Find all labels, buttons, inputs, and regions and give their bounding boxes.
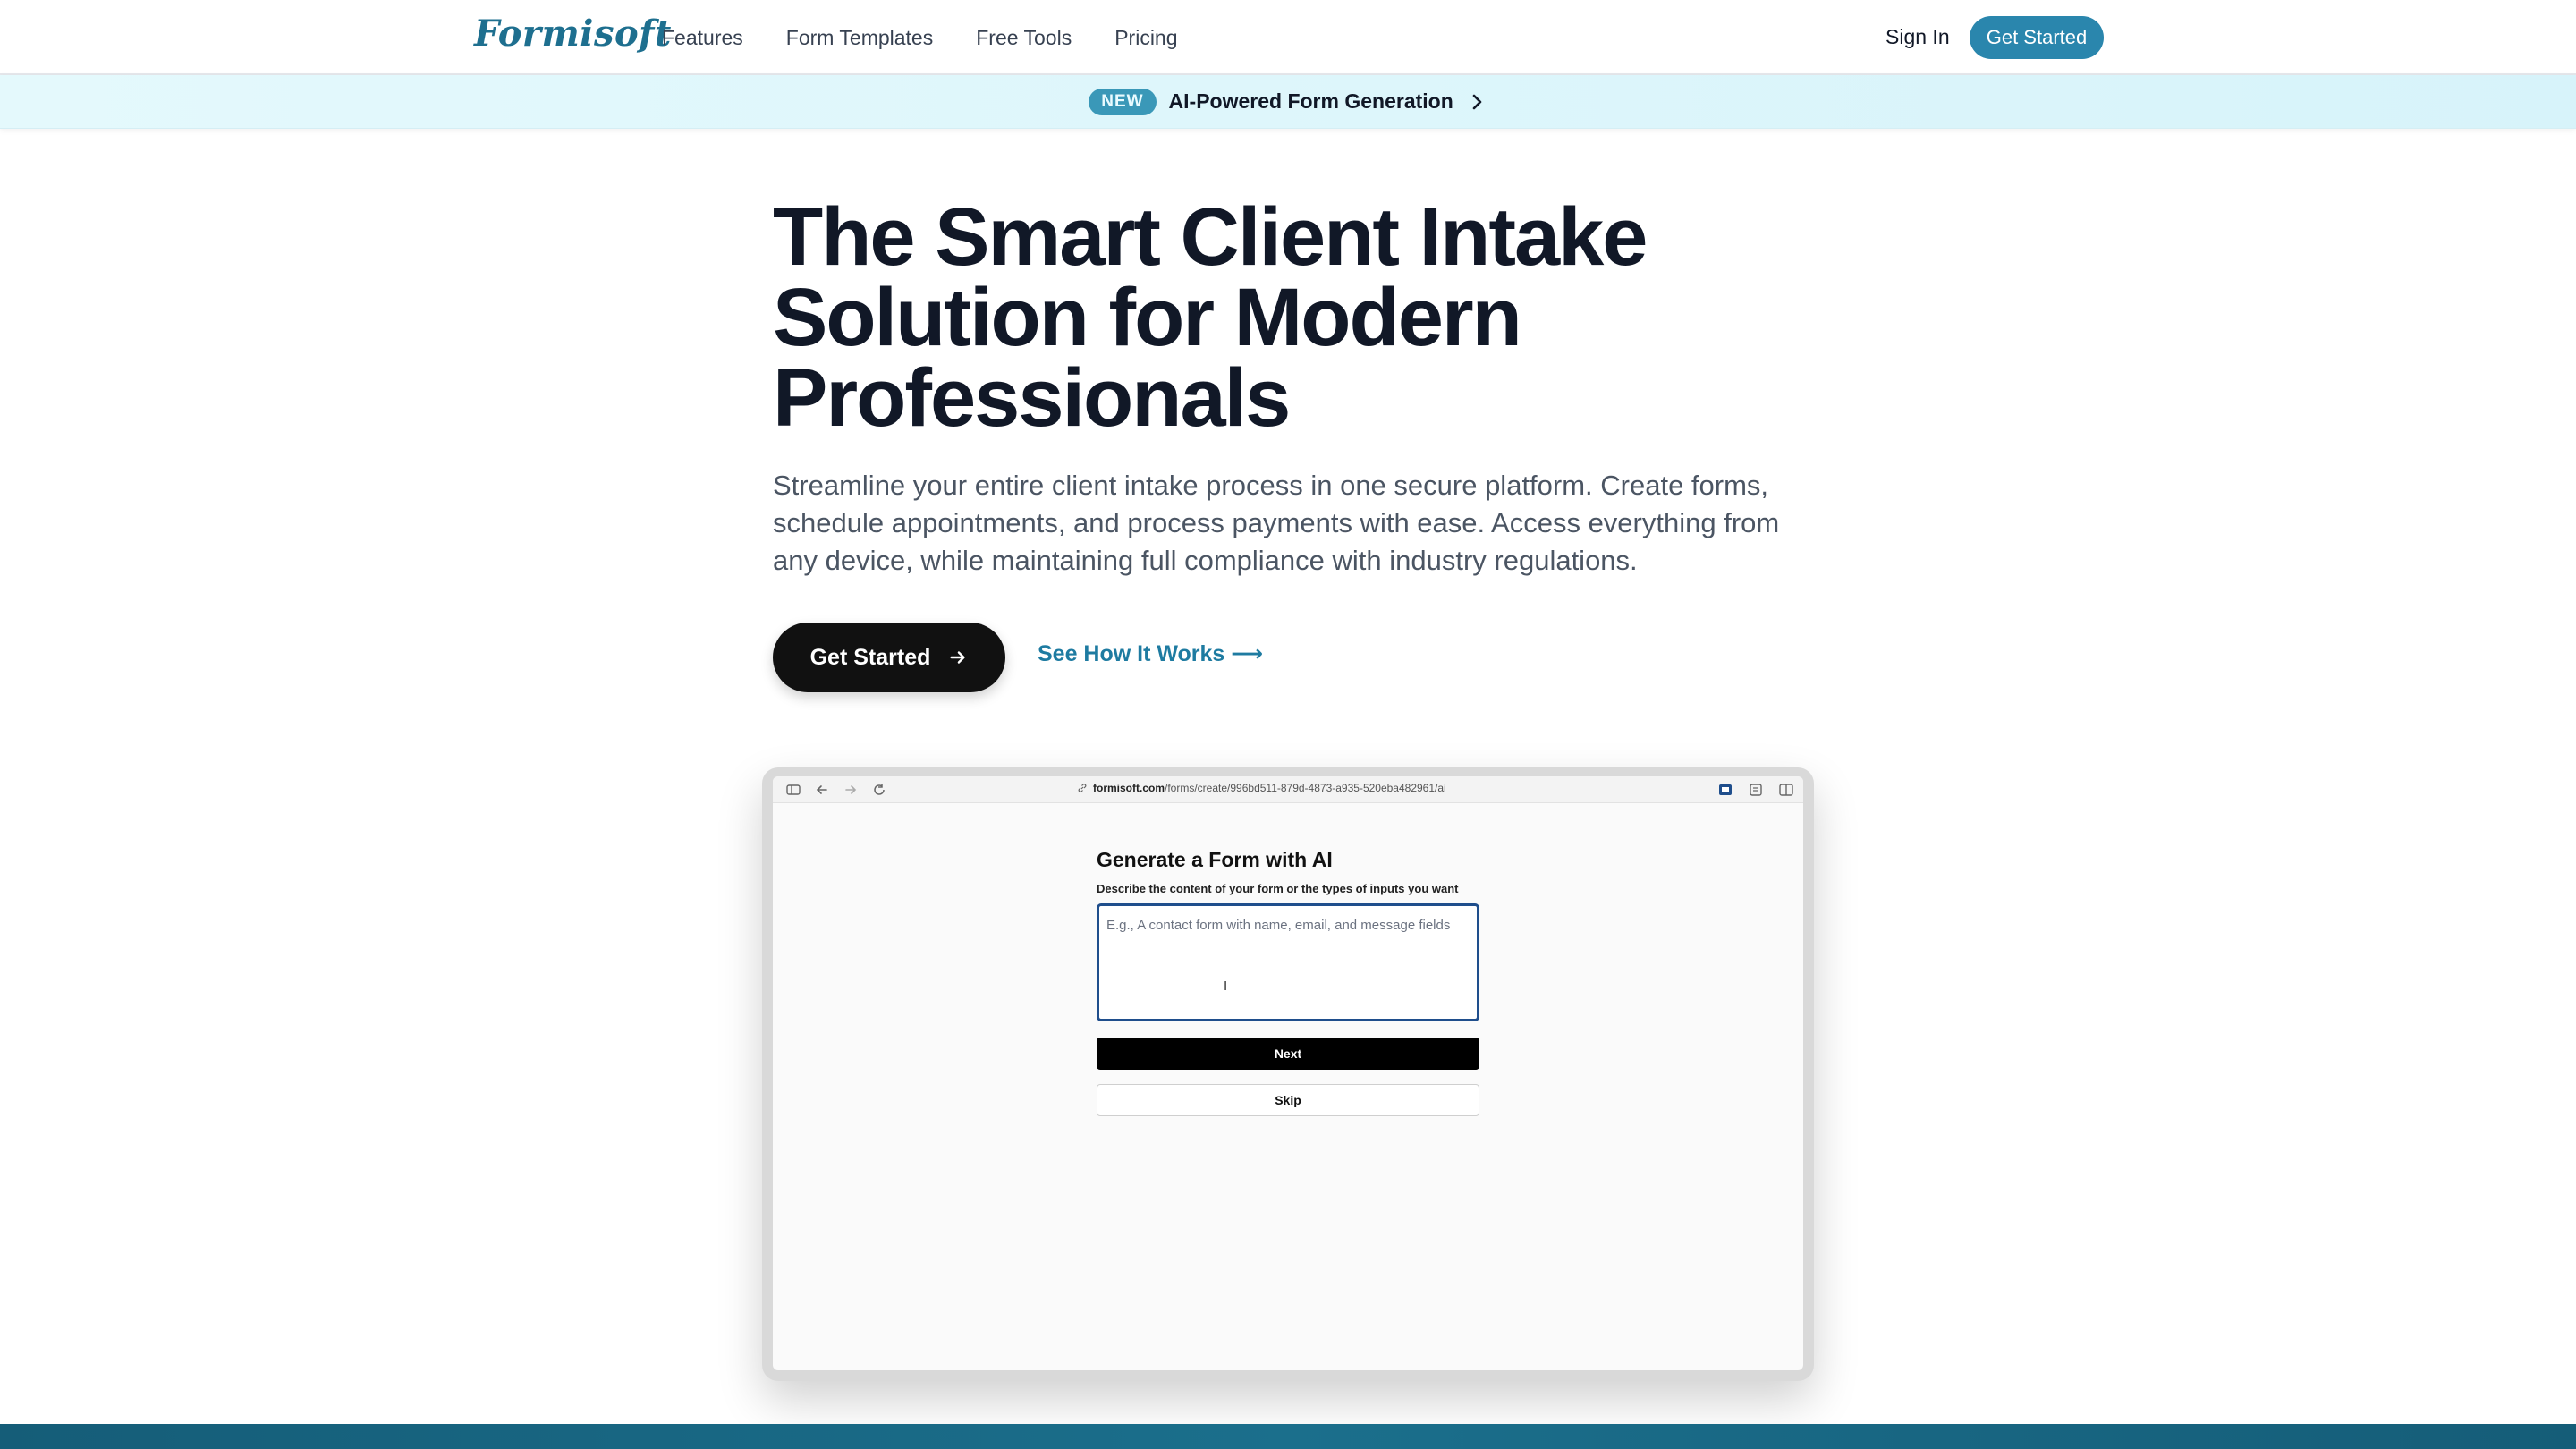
form-title: Generate a Form with AI — [1097, 848, 1333, 871]
hero-get-started-button[interactable]: Get Started — [773, 623, 1005, 692]
hero-subtitle: Streamline your entire client intake pro… — [773, 470, 1780, 576]
reload-icon — [874, 783, 885, 795]
nav-get-started-button[interactable]: Get Started — [1970, 16, 2104, 59]
browser-toolbar: formisoft.com/forms/create/996bd511-879d… — [773, 776, 1803, 803]
url-bar[interactable]: formisoft.com/forms/create/996bd511-879d… — [1077, 782, 1446, 794]
form-label: Describe the content of your form or the… — [1097, 882, 1459, 895]
text-cursor-icon: I — [1224, 979, 1228, 994]
browser-mockup: formisoft.com/forms/create/996bd511-879d… — [762, 767, 1814, 1381]
form-description-textarea[interactable]: E.g., A contact form with name, email, a… — [1097, 903, 1479, 1021]
announcement-banner[interactable]: NEW AI-Powered Form Generation — [0, 75, 2576, 129]
see-how-it-works-link[interactable]: See How It Works ⟶ — [1038, 640, 1263, 667]
hero-title: The Smart Client Intake Solution for Mod… — [773, 191, 1648, 444]
forward-icon — [845, 784, 857, 794]
nav-link-features[interactable]: Features — [662, 26, 743, 50]
arrow-right-icon — [950, 651, 965, 664]
url-path: /forms/create/996bd511-879d-4873-a935-52… — [1165, 782, 1446, 794]
hero-button-label: Get Started — [809, 644, 931, 670]
next-button[interactable]: Next — [1097, 1038, 1479, 1070]
back-icon — [816, 784, 827, 794]
nav-link-form-templates[interactable]: Form Templates — [786, 26, 933, 50]
next-section-band — [0, 1424, 2576, 1449]
sidebar-icon — [786, 784, 801, 795]
link-icon — [1078, 784, 1087, 792]
new-badge: NEW — [1089, 88, 1157, 115]
nav-links: Features Form Templates Free Tools Prici… — [662, 0, 1178, 75]
banner-text: AI-Powered Form Generation — [1168, 89, 1453, 113]
sign-in-link[interactable]: Sign In — [1885, 25, 1950, 49]
chevron-right-icon — [1472, 94, 1482, 109]
mockup-screen: formisoft.com/forms/create/996bd511-879d… — [773, 776, 1803, 1370]
nav-link-pricing[interactable]: Pricing — [1114, 26, 1177, 50]
split-view-icon — [1779, 784, 1793, 796]
reader-icon — [1750, 784, 1762, 796]
skip-button[interactable]: Skip — [1097, 1084, 1479, 1116]
extension-icon — [1719, 784, 1732, 795]
nav-link-free-tools[interactable]: Free Tools — [976, 26, 1072, 50]
url-domain: formisoft.com — [1093, 782, 1165, 794]
logo[interactable]: Formisoft — [474, 13, 672, 55]
top-navbar: Formisoft Features Form Templates Free T… — [0, 0, 2576, 75]
